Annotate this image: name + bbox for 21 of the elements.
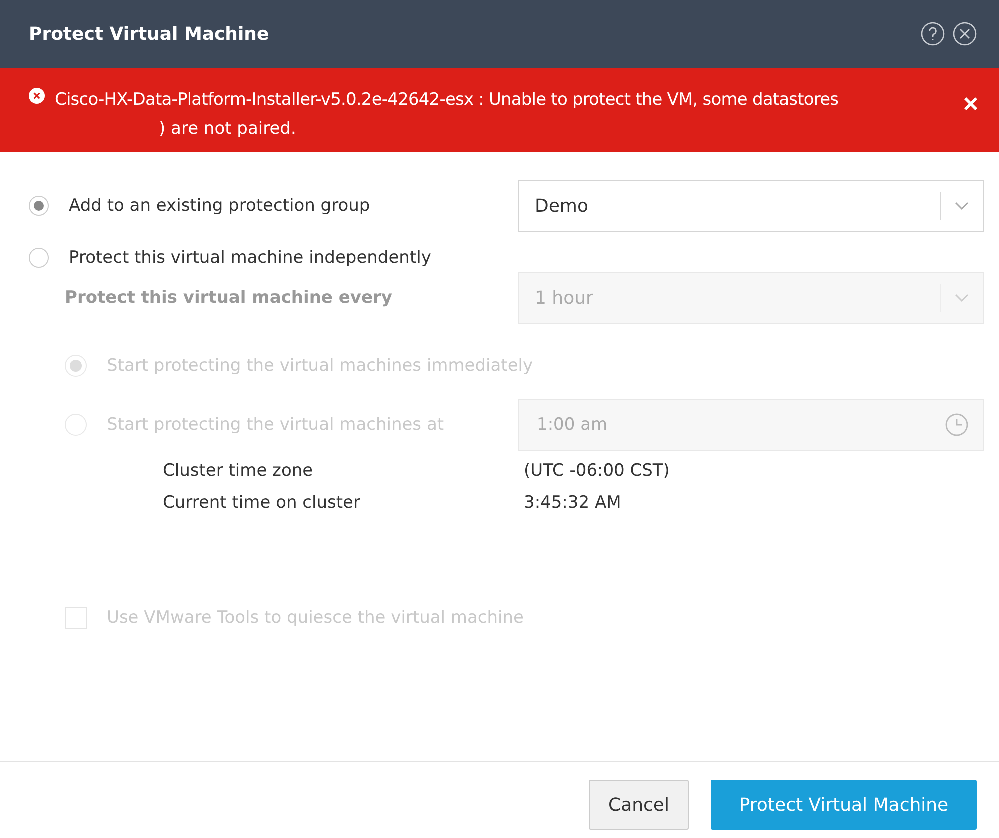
info-label: Current time on cluster xyxy=(163,493,362,513)
option-label: Add to an existing protection group xyxy=(69,196,370,216)
protect-button[interactable]: Protect Virtual Machine xyxy=(711,780,977,830)
info-value: (UTC -06:00 CST) xyxy=(524,461,670,481)
window-title: Protect Virtual Machine xyxy=(29,24,270,44)
clock-icon xyxy=(945,413,969,437)
info-value: 3:45:32 AM xyxy=(524,493,622,513)
radio-button[interactable] xyxy=(29,248,49,268)
info-label: Cluster time zone xyxy=(163,461,314,481)
chevron-icon xyxy=(955,294,969,302)
option-label: Protect this virtual machine independently xyxy=(69,248,432,268)
chevron-icon xyxy=(955,202,969,210)
radio-button[interactable] xyxy=(29,196,49,216)
help-icon[interactable] xyxy=(921,22,945,46)
cancel-button[interactable]: Cancel xyxy=(589,780,689,830)
close-icon[interactable] xyxy=(953,22,977,46)
group-dropdown[interactable]: Demo xyxy=(518,180,984,232)
error-message: ) are not paired. xyxy=(158,118,296,141)
error-message: Cisco-HX-Data-Platform-Installer-v5.0.2e-42642-esx : Unable to protect the VM, some datastores xyxy=(55,89,840,112)
error-icon xyxy=(29,88,45,104)
interval-label: Protect this virtual machine every xyxy=(65,288,392,308)
